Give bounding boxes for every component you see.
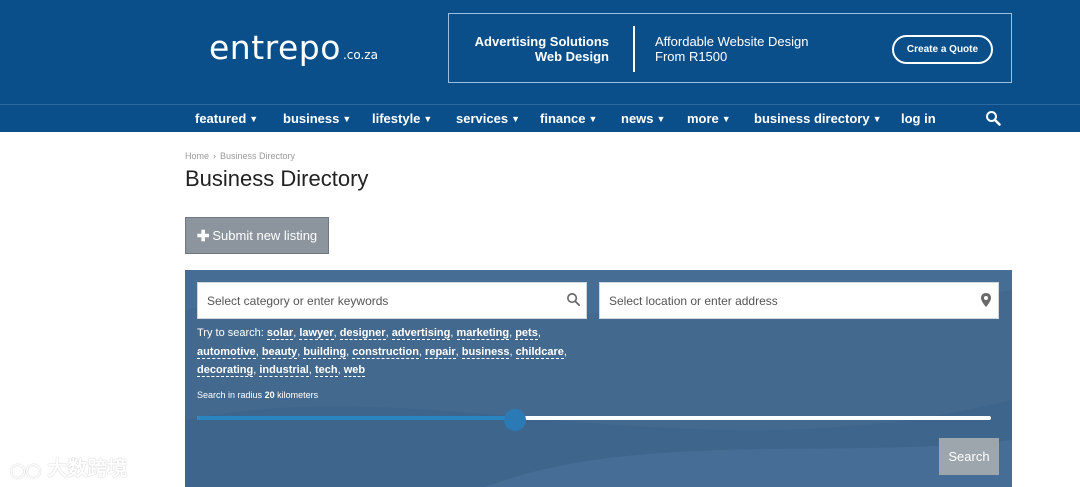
suggestion-link[interactable]: automotive (197, 345, 256, 359)
nav-item-finance[interactable]: finance ▼ (540, 111, 597, 126)
watermark: ◯◯ 大数跨境 (10, 452, 127, 481)
nav-item-more[interactable]: more ▼ (687, 111, 731, 126)
try-label: Try to search: (197, 327, 264, 339)
nav-item-lifestyle[interactable]: lifestyle ▼ (372, 111, 432, 126)
ad-left-line1: Advertising Solutions (474, 34, 609, 49)
watermark-text: 大数跨境 (47, 458, 128, 480)
nav-label: news (621, 111, 654, 126)
ad-right-text: Affordable Website Design From R1500 (655, 34, 808, 64)
submit-label: Submit new listing (212, 228, 318, 243)
logo-text: entrepo (209, 28, 341, 67)
suggestion-link[interactable]: construction (352, 345, 419, 359)
suggestion-link[interactable]: decorating (197, 364, 254, 377)
location-placeholder: Select location or enter address (609, 294, 778, 308)
chevron-down-icon: ▼ (423, 114, 433, 124)
suggestion-link[interactable]: building (303, 345, 347, 359)
suggestion-link[interactable]: pets (515, 327, 538, 340)
breadcrumb-home[interactable]: Home (185, 151, 209, 161)
create-quote-button[interactable]: Create a Quote (892, 35, 993, 64)
chevron-down-icon: ▼ (511, 114, 520, 124)
page-title: Business Directory (185, 166, 369, 191)
breadcrumb: Home › Business Directory (185, 151, 295, 161)
radius-slider-track[interactable] (197, 416, 991, 420)
nav-item-news[interactable]: news ▼ (621, 111, 665, 126)
chevron-down-icon: ▼ (721, 114, 731, 124)
radius-slider-fill (197, 416, 515, 420)
keyword-placeholder: Select category or enter keywords (207, 294, 389, 308)
nav-label: finance (540, 111, 586, 126)
plus-icon: ✚ (196, 227, 210, 245)
suggestion-link[interactable]: marketing (456, 327, 510, 340)
suggestion-link[interactable]: repair (425, 345, 456, 359)
nav-item-log-in[interactable]: log in (901, 111, 936, 126)
breadcrumb-separator: › (213, 151, 217, 161)
site-header: entrepo .co.za Advertising Solutions Web … (0, 0, 1080, 104)
main-nav: featured ▼ business ▼ lifestyle ▼ services ▼… (0, 104, 1080, 132)
search-suggestions: Try to search: solar, lawyer, designer, … (197, 327, 567, 377)
search-icon (566, 292, 581, 312)
radius-text: Search in radius (197, 390, 263, 400)
suggestion-link[interactable]: industrial (259, 364, 309, 377)
nav-label: more (687, 111, 719, 126)
nav-item-featured[interactable]: featured ▼ (195, 111, 258, 126)
map-pin-icon (980, 292, 992, 313)
header-ad-banner[interactable]: Advertising Solutions Web Design Afforda… (448, 13, 1012, 83)
chevron-down-icon: ▼ (872, 114, 882, 124)
nav-label: business (283, 111, 340, 126)
nav-label: business directory (754, 111, 870, 126)
nav-item-business[interactable]: business ▼ (283, 111, 351, 126)
radius-value: 20 (264, 390, 275, 400)
chevron-down-icon: ▼ (588, 114, 598, 124)
suggestion-link[interactable]: beauty (261, 345, 298, 359)
nav-label: lifestyle (372, 111, 421, 126)
nav-item-services[interactable]: services ▼ (456, 111, 520, 126)
ad-right-line2: From R1500 (655, 49, 728, 64)
chevron-down-icon: ▼ (249, 114, 259, 124)
search-button[interactable]: Search (939, 438, 999, 475)
nav-item-business-directory[interactable]: business directory ▼ (754, 111, 882, 126)
location-search-input[interactable]: Select location or enter address (599, 282, 999, 319)
logo-suffix: .co.za (342, 48, 378, 62)
suggestion-link[interactable]: business (461, 345, 510, 359)
ad-divider (633, 26, 635, 72)
suggestion-link[interactable]: designer (339, 327, 386, 340)
watermark-logo-icon: ◯◯ (10, 462, 42, 478)
site-logo[interactable]: entrepo .co.za (209, 28, 378, 67)
breadcrumb-current: Business Directory (220, 151, 296, 161)
suggestion-link[interactable]: web (343, 364, 366, 377)
ad-right-line1: Affordable Website Design (655, 34, 809, 49)
chevron-down-icon: ▼ (656, 114, 666, 124)
chevron-down-icon: ▼ (342, 114, 352, 124)
radius-label: Search in radius 20 kilometers (197, 390, 318, 400)
suggestion-link[interactable]: tech (315, 364, 338, 377)
search-icon[interactable] (985, 110, 1001, 131)
nav-label: services (456, 111, 509, 126)
submit-new-listing-button[interactable]: ✚ Submit new listing (185, 217, 329, 254)
directory-search-panel: Select category or enter keywords Select… (185, 270, 1012, 487)
nav-label: log in (901, 111, 936, 126)
suggestion-link[interactable]: childcare (515, 345, 564, 359)
radius-slider-handle[interactable] (503, 409, 526, 431)
nav-label: featured (195, 111, 247, 126)
suggestion-link[interactable]: solar (266, 327, 294, 340)
radius-unit: kilometers (277, 390, 319, 400)
suggestion-link[interactable]: advertising (391, 327, 451, 340)
ad-left-line2: Web Design (534, 49, 609, 64)
suggestion-link[interactable]: lawyer (299, 327, 334, 340)
ad-left-text: Advertising Solutions Web Design (449, 34, 609, 64)
keyword-search-input[interactable]: Select category or enter keywords (197, 282, 587, 319)
